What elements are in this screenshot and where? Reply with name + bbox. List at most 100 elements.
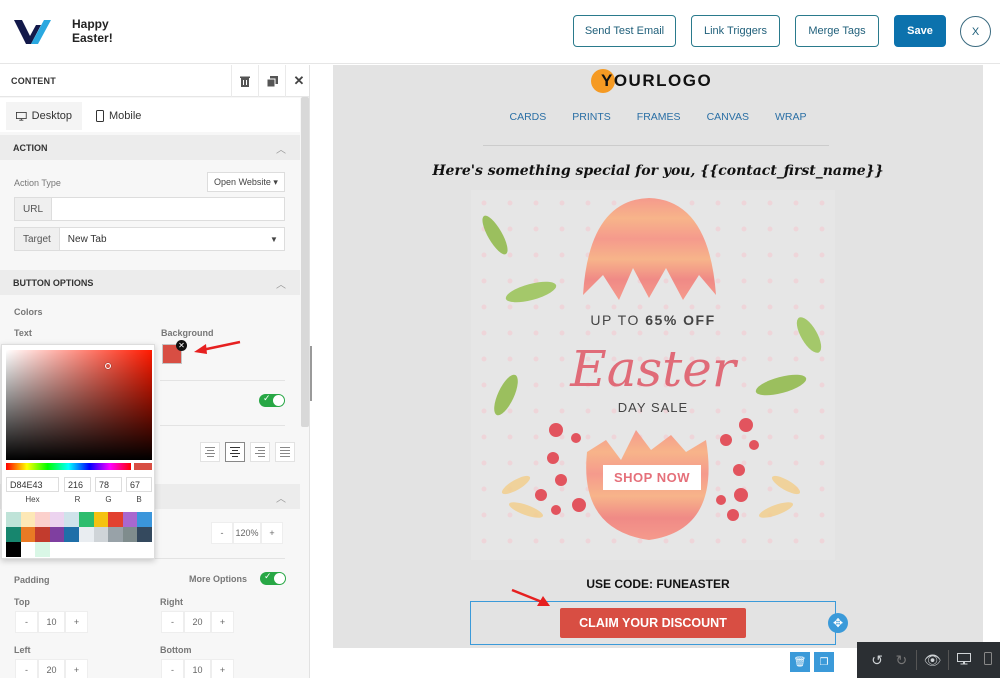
nav-link-wrap[interactable]: WRAP — [775, 111, 807, 123]
action-section-header[interactable]: ACTION ︿ — [0, 135, 300, 160]
b-input[interactable]: 67 — [126, 477, 152, 492]
undo-icon[interactable]: ↺ — [865, 652, 889, 669]
send-test-email-button[interactable]: Send Test Email — [573, 15, 676, 47]
padding-left-value[interactable]: 20 — [38, 659, 65, 678]
decrement-button[interactable]: - — [15, 659, 38, 678]
easter-hero-image[interactable]: UP TO 65% OFF Easter DAY SALE SHOP NOW — [471, 190, 835, 560]
palette-swatch[interactable] — [20, 542, 36, 557]
palette-swatch[interactable] — [108, 527, 123, 542]
email-nav: CARDS PRINTS FRAMES CANVAS WRAP — [333, 111, 983, 123]
padding-right-value[interactable]: 20 — [184, 611, 211, 633]
saturation-value-area[interactable] — [6, 350, 152, 460]
shop-now-button[interactable]: SHOP NOW — [603, 465, 701, 490]
padding-top-value[interactable]: 10 — [38, 611, 65, 633]
merge-tags-button[interactable]: Merge Tags — [795, 15, 879, 47]
decrement-button[interactable]: - — [161, 659, 184, 678]
action-type-select[interactable]: Open Website ▾ — [207, 172, 285, 192]
palette-swatch[interactable] — [64, 512, 79, 527]
palette-swatch[interactable] — [6, 527, 21, 542]
r-label: R — [74, 495, 81, 504]
palette-swatch[interactable] — [49, 512, 65, 527]
redo-icon[interactable]: ↻ — [889, 652, 913, 669]
panel-scrollbar[interactable] — [301, 97, 309, 427]
delete-block-icon[interactable]: 🗑 — [790, 652, 810, 672]
url-input[interactable] — [52, 198, 284, 220]
color-cursor[interactable] — [105, 363, 111, 369]
r-input[interactable]: 216 — [64, 477, 91, 492]
palette-swatch[interactable] — [93, 527, 109, 542]
divider — [160, 425, 285, 426]
palette-swatch[interactable] — [35, 542, 50, 557]
align-justify-button[interactable] — [275, 442, 295, 462]
clear-color-icon[interactable]: ✕ — [176, 340, 187, 351]
separator — [916, 650, 918, 670]
link-triggers-button[interactable]: Link Triggers — [691, 15, 780, 47]
discount-prefix: UP TO — [590, 312, 646, 328]
nav-link-cards[interactable]: CARDS — [510, 111, 547, 123]
button-options-section-header[interactable]: BUTTON OPTIONS ︿ — [0, 270, 300, 295]
palette-swatch[interactable] — [35, 527, 50, 542]
padding-bottom-value[interactable]: 10 — [184, 659, 211, 678]
tab-mobile[interactable]: Mobile — [86, 102, 152, 130]
divider — [160, 380, 285, 381]
greeting-text[interactable]: Here's something special for you, {{cont… — [333, 163, 983, 179]
duplicate-block-icon[interactable]: ❐ — [814, 652, 834, 672]
annotation-arrow — [511, 588, 550, 606]
chevron-up-icon: ︿ — [276, 494, 286, 505]
claim-discount-button[interactable]: CLAIM YOUR DISCOUNT — [560, 608, 746, 638]
separator — [947, 650, 949, 670]
increment-button[interactable]: + — [211, 611, 234, 633]
padding-bottom-stepper: - 10 + — [161, 659, 234, 678]
close-editor-button[interactable]: X — [960, 16, 991, 47]
palette-swatch[interactable] — [20, 512, 36, 527]
g-input[interactable]: 78 — [95, 477, 122, 492]
increment-button[interactable]: + — [65, 659, 88, 678]
preview-eye-icon[interactable]: 👁 — [920, 652, 944, 669]
palette-swatch[interactable] — [20, 527, 36, 542]
align-center-button[interactable] — [225, 442, 245, 462]
line-height-value[interactable]: 120% — [233, 522, 261, 544]
mobile-view-icon[interactable] — [976, 652, 1000, 668]
palette-swatch[interactable] — [6, 512, 21, 527]
text-color-label: Text — [14, 328, 32, 338]
desktop-view-icon[interactable] — [952, 652, 976, 668]
more-options-toggle[interactable]: ✓ — [260, 571, 286, 585]
palette-swatch[interactable] — [35, 512, 50, 527]
decrement-button[interactable]: - — [15, 611, 38, 633]
color-palette — [6, 512, 152, 557]
hex-input[interactable]: D84E43 — [6, 477, 59, 492]
tab-desktop[interactable]: Desktop — [6, 102, 82, 130]
target-select[interactable]: New Tab — [60, 228, 264, 250]
decrement-button[interactable]: - — [211, 522, 233, 544]
increment-button[interactable]: + — [65, 611, 88, 633]
button-toggle[interactable]: ✓ — [259, 393, 285, 407]
trash-icon[interactable] — [231, 65, 258, 97]
move-icon[interactable]: ✥ — [828, 613, 848, 633]
palette-swatch[interactable] — [64, 527, 79, 542]
promo-code-text[interactable]: USE CODE: FUNEASTER — [333, 577, 983, 591]
palette-swatch[interactable] — [122, 527, 138, 542]
palette-swatch[interactable] — [78, 527, 94, 542]
increment-button[interactable]: + — [211, 659, 234, 678]
nav-link-frames[interactable]: FRAMES — [637, 111, 681, 123]
palette-swatch[interactable] — [122, 512, 138, 527]
email-logo[interactable]: YOURLOGO — [591, 68, 712, 94]
duplicate-icon[interactable] — [258, 65, 285, 97]
close-panel-icon[interactable]: ✕ — [285, 65, 309, 97]
nav-link-canvas[interactable]: CANVAS — [707, 111, 749, 123]
palette-swatch[interactable] — [137, 527, 152, 542]
palette-swatch[interactable] — [6, 542, 21, 557]
palette-swatch[interactable] — [49, 527, 65, 542]
nav-link-prints[interactable]: PRINTS — [572, 111, 611, 123]
hue-slider[interactable] — [6, 463, 131, 470]
align-left-button[interactable] — [200, 442, 220, 462]
palette-swatch[interactable] — [78, 512, 94, 527]
tab-desktop-label: Desktop — [31, 110, 72, 122]
palette-swatch[interactable] — [93, 512, 109, 527]
save-button[interactable]: Save — [894, 15, 946, 47]
palette-swatch[interactable] — [137, 512, 152, 527]
palette-swatch[interactable] — [108, 512, 123, 527]
align-right-button[interactable] — [250, 442, 270, 462]
decrement-button[interactable]: - — [161, 611, 184, 633]
increment-button[interactable]: + — [261, 522, 283, 544]
